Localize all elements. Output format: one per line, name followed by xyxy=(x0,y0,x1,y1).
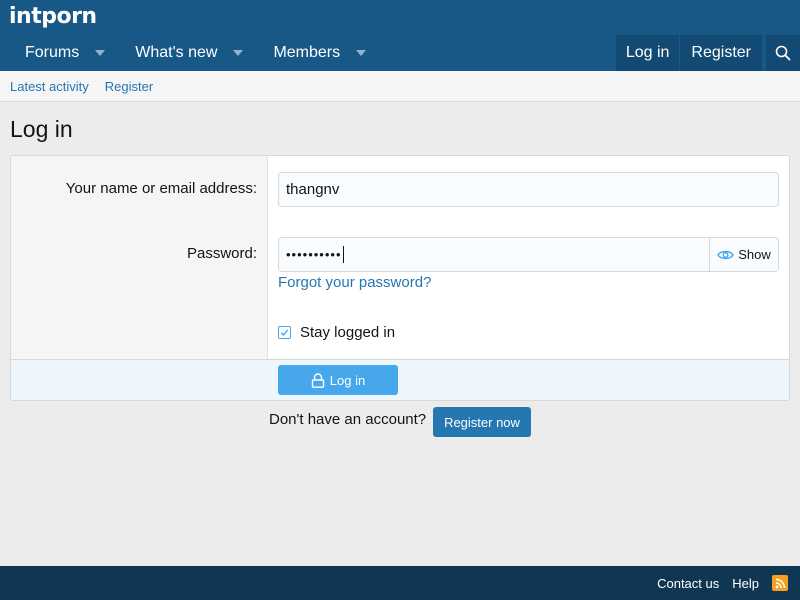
nav-item-forums[interactable]: Forums xyxy=(10,35,120,71)
header-register-button[interactable]: Register xyxy=(680,35,762,71)
sub-nav: Latest activity Register xyxy=(0,71,800,102)
page-title: Log in xyxy=(10,116,73,142)
subnav-latest-activity[interactable]: Latest activity xyxy=(10,79,89,94)
form-label-column: Your name or email address: Password: xyxy=(11,156,268,359)
login-submit-button[interactable]: Log in xyxy=(278,365,398,395)
help-link[interactable]: Help xyxy=(732,576,759,591)
show-password-button[interactable]: Show xyxy=(709,238,778,271)
form-submit-row: Log in xyxy=(11,359,789,400)
eye-icon xyxy=(717,250,735,259)
stay-logged-in-label: Stay logged in xyxy=(300,324,396,341)
register-now-button[interactable]: Register now xyxy=(433,407,531,437)
nav-item-label: What's new xyxy=(135,44,218,61)
main-nav: Forums What's new Members xyxy=(10,35,381,71)
checkmark-icon xyxy=(280,329,289,337)
header-login-button[interactable]: Log in xyxy=(615,35,680,71)
login-submit-label: Log in xyxy=(329,372,366,388)
login-form: Your name or email address: Password: th… xyxy=(10,155,790,401)
nav-item-label: Forums xyxy=(25,44,80,61)
nav-item-whats-new[interactable]: What's new xyxy=(120,35,258,71)
chevron-down-icon[interactable] xyxy=(233,50,244,56)
account-nav: Log in Register xyxy=(615,35,800,71)
password-input[interactable]: •••••••••• xyxy=(279,238,709,271)
no-account-text: Don't have an account? xyxy=(269,411,427,428)
contact-us-link[interactable]: Contact us xyxy=(657,576,719,591)
nav-item-label: Members xyxy=(273,44,341,61)
password-mask: •••••••••• xyxy=(286,247,342,262)
rss-icon[interactable] xyxy=(772,575,788,591)
name-field-label: Your name or email address: xyxy=(65,180,257,197)
password-field-label: Password: xyxy=(186,245,257,262)
rss-glyph xyxy=(775,578,785,588)
text-cursor xyxy=(342,246,344,263)
show-password-label: Show xyxy=(738,247,771,262)
search-button[interactable] xyxy=(766,35,800,71)
site-header: intporn Forums What's new Members Log in… xyxy=(0,0,800,71)
forgot-password-link[interactable]: Forgot your password? xyxy=(278,274,431,291)
lock-icon xyxy=(311,372,324,388)
nav-item-members[interactable]: Members xyxy=(258,35,381,71)
chevron-down-icon[interactable] xyxy=(95,50,106,56)
site-logo[interactable]: intporn xyxy=(9,4,97,29)
password-input-group: •••••••••• Show xyxy=(278,237,779,272)
site-footer: Contact us Help xyxy=(0,566,800,600)
stay-logged-in-checkbox[interactable]: Stay logged in xyxy=(278,324,395,341)
name-email-input[interactable]: thangnv xyxy=(278,172,779,207)
search-icon xyxy=(775,45,791,61)
checkbox-box[interactable] xyxy=(278,326,291,339)
subnav-register[interactable]: Register xyxy=(105,79,153,94)
chevron-down-icon[interactable] xyxy=(356,50,367,56)
